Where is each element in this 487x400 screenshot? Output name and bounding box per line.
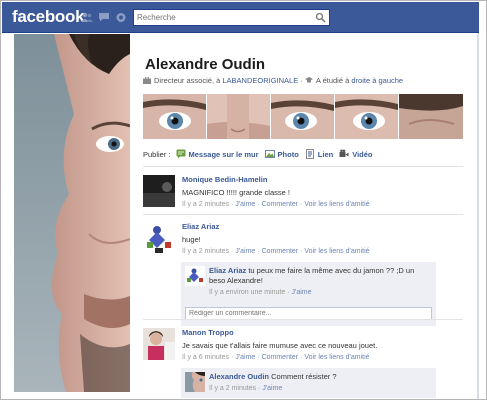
friendship-link[interactable]: Voir les liens d'amitié bbox=[304, 354, 369, 361]
comment-meta: Il y a 2 minutes · J'aime bbox=[209, 385, 283, 392]
publish-link-option[interactable]: Lien bbox=[305, 149, 333, 159]
profile-info-line: Directeur associé, à LABANDEORIGINALE · … bbox=[143, 76, 403, 85]
status-icon bbox=[176, 149, 186, 159]
comment-link[interactable]: Commenter bbox=[262, 248, 299, 255]
post-meta: Il y a 2 minutes · J'aime · Commenter · … bbox=[182, 248, 370, 255]
post-body: Monique Bedin-Hamelin MAGNIFICO !!!!! gr… bbox=[182, 175, 462, 208]
publish-video-option[interactable]: Vidéo bbox=[339, 149, 373, 159]
post-body: Eliaz Ariaz huge! Il y a 2 minutes · J'a… bbox=[182, 222, 462, 255]
video-camera-icon bbox=[339, 149, 349, 157]
comment-body: Alexandre Oudin Comment résister ? Il y … bbox=[209, 372, 431, 394]
comment-text: Comment résister ? bbox=[271, 372, 337, 381]
avatar[interactable] bbox=[143, 175, 175, 207]
messages-icon[interactable] bbox=[97, 11, 110, 23]
facebook-logo[interactable]: facebook bbox=[12, 7, 85, 27]
comment-like-link[interactable]: J'aime bbox=[262, 385, 282, 392]
notifications-icon[interactable] bbox=[114, 11, 127, 23]
top-navigation-bar: facebook bbox=[2, 2, 479, 33]
profile-main-column: Alexandre Oudin Directeur associé, à LAB… bbox=[132, 33, 477, 399]
like-link[interactable]: J'aime bbox=[235, 354, 255, 361]
publish-photo-option[interactable]: Photo bbox=[264, 149, 299, 159]
post-time[interactable]: Il y a 2 minutes bbox=[182, 248, 229, 255]
strip-photo-5[interactable] bbox=[399, 94, 463, 139]
job-prefix: Directeur associé, à bbox=[154, 76, 221, 85]
graduation-cap-icon bbox=[304, 77, 313, 83]
like-link[interactable]: J'aime bbox=[235, 201, 255, 208]
post-meta: Il y a 2 minutes · J'aime · Commenter · … bbox=[182, 201, 370, 208]
post-meta: Il y a 6 minutes · J'aime · Commenter · … bbox=[182, 354, 370, 361]
search-input[interactable] bbox=[137, 11, 313, 24]
profile-picture[interactable] bbox=[14, 34, 130, 392]
friendship-link[interactable]: Voir les liens d'amitié bbox=[304, 201, 369, 208]
company-link[interactable]: LABANDEORIGINALE bbox=[222, 76, 298, 85]
comment-thread: Alexandre Oudin Comment résister ? Il y … bbox=[181, 368, 436, 398]
comment-like-link[interactable]: J'aime bbox=[292, 289, 312, 296]
post-divider bbox=[143, 214, 463, 215]
post-author[interactable]: Eliaz Ariaz bbox=[182, 222, 462, 231]
wall-post: Manon Troppo Je savais que t'allais fair… bbox=[143, 328, 463, 398]
strip-photo-3[interactable] bbox=[271, 94, 334, 139]
search-icon[interactable] bbox=[315, 12, 326, 23]
post-time[interactable]: Il y a 6 minutes bbox=[182, 354, 229, 361]
comment-body: Eliaz Ariaz tu peux me faire la même ave… bbox=[209, 266, 431, 298]
post-text: MAGNIFICO !!!!! grande classe ! bbox=[182, 188, 290, 197]
post-text: Je savais que t'allais faire mumuse avec… bbox=[182, 341, 378, 350]
avatar[interactable] bbox=[143, 222, 175, 254]
studied-prefix: A étudié à bbox=[315, 76, 350, 85]
right-column-edge bbox=[477, 33, 479, 399]
composer-divider bbox=[143, 166, 463, 167]
publisher-label: Publier : bbox=[143, 149, 171, 159]
publisher-bar: Publier : Message sur le mur Photo Lien … bbox=[143, 147, 463, 161]
publish-status-option[interactable]: Message sur le mur bbox=[176, 149, 259, 159]
like-link[interactable]: J'aime bbox=[235, 248, 255, 255]
post-divider bbox=[143, 319, 463, 320]
comment-link[interactable]: Commenter bbox=[262, 354, 299, 361]
strip-photo-2[interactable] bbox=[207, 94, 270, 139]
photo-strip bbox=[143, 94, 463, 139]
strip-photo-1[interactable] bbox=[143, 94, 206, 139]
facebook-window: facebook Recherche Alexandre Oudin Direc… bbox=[0, 0, 487, 400]
friend-requests-icon[interactable] bbox=[80, 11, 93, 23]
post-time[interactable]: Il y a 2 minutes bbox=[182, 201, 229, 208]
comment-link[interactable]: Commenter bbox=[262, 201, 299, 208]
comment-meta: Il y a environ une minute · J'aime bbox=[209, 289, 312, 296]
comment-avatar[interactable] bbox=[185, 266, 205, 286]
profile-name: Alexandre Oudin bbox=[145, 56, 266, 73]
wall-post: Monique Bedin-Hamelin MAGNIFICO !!!!! gr… bbox=[143, 175, 463, 215]
link-icon bbox=[305, 149, 314, 159]
post-text: huge! bbox=[182, 235, 201, 244]
avatar[interactable] bbox=[143, 328, 175, 360]
school-link[interactable]: droite à gauche bbox=[351, 76, 403, 85]
strip-photo-4[interactable] bbox=[335, 94, 398, 139]
comment-author[interactable]: Alexandre Oudin bbox=[209, 372, 269, 381]
search-box[interactable] bbox=[133, 9, 330, 26]
comment-avatar[interactable] bbox=[185, 372, 205, 392]
comment-time: Il y a 2 minutes bbox=[209, 385, 257, 392]
comment-thread: Eliaz Ariaz tu peux me faire la même ave… bbox=[181, 262, 436, 326]
post-author[interactable]: Manon Troppo bbox=[182, 328, 462, 337]
post-author[interactable]: Monique Bedin-Hamelin bbox=[182, 175, 462, 184]
friendship-link[interactable]: Voir les liens d'amitié bbox=[304, 248, 369, 255]
briefcase-icon bbox=[143, 77, 151, 84]
photo-icon bbox=[264, 150, 275, 158]
wall-post: Eliaz Ariaz huge! Il y a 2 minutes · J'a… bbox=[143, 222, 463, 326]
post-body: Manon Troppo Je savais que t'allais fair… bbox=[182, 328, 462, 361]
comment-author[interactable]: Eliaz Ariaz bbox=[209, 266, 246, 275]
comment-time: Il y a environ une minute bbox=[209, 289, 286, 296]
notification-jewels bbox=[80, 11, 127, 23]
